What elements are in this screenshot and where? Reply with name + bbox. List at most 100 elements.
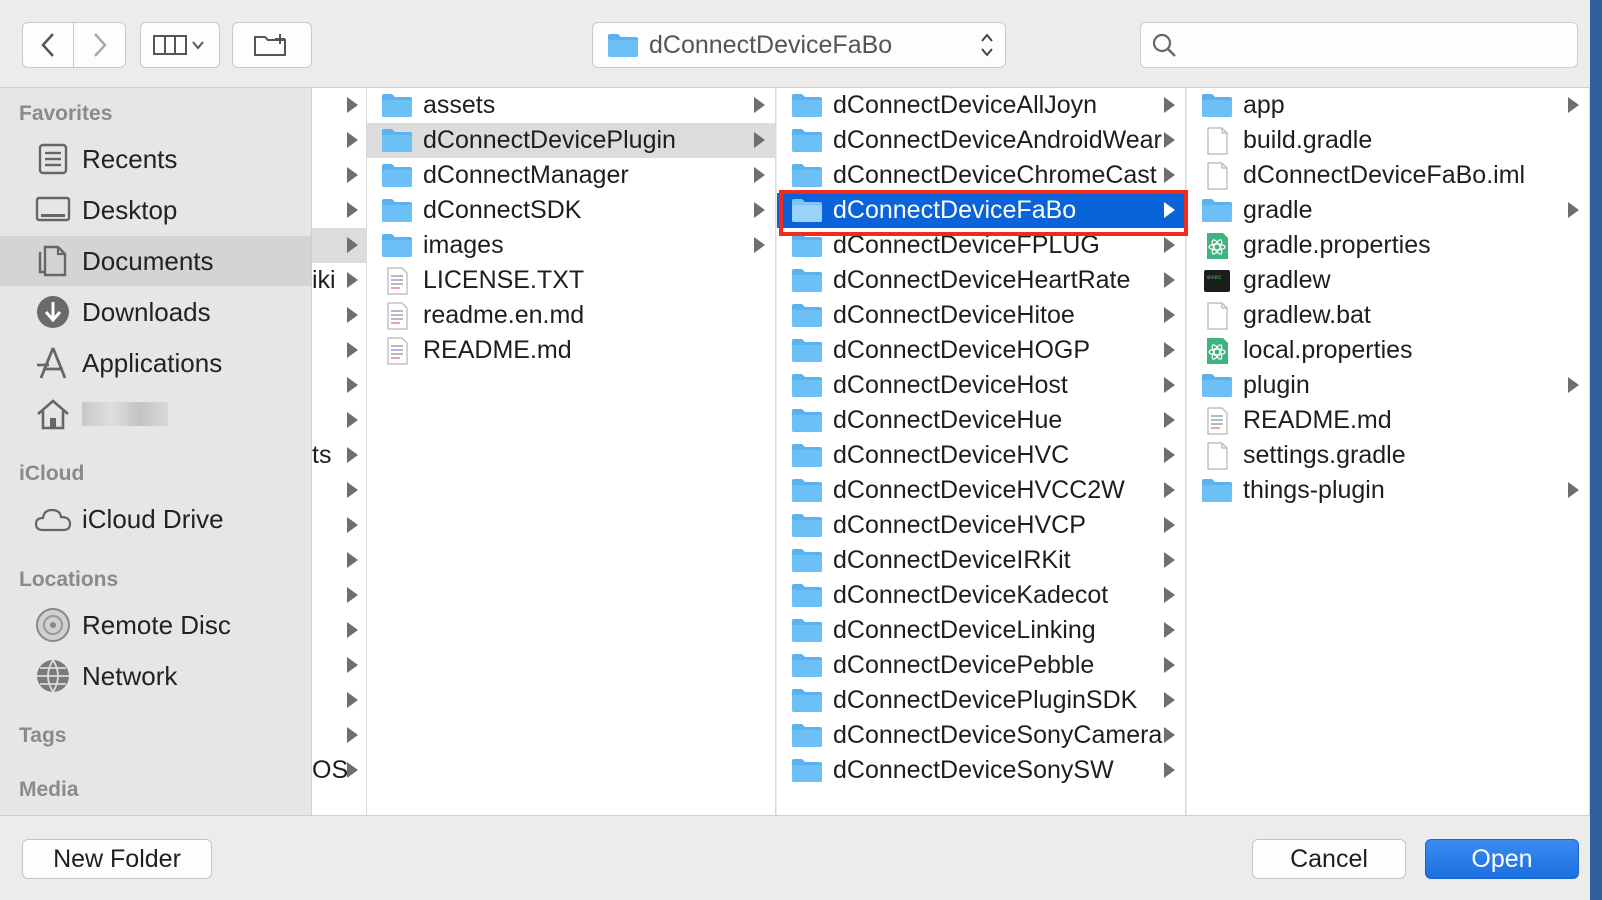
item-name: plugin xyxy=(1243,371,1310,399)
list-item[interactable]: images xyxy=(367,228,775,263)
back-button[interactable] xyxy=(22,22,74,68)
list-item[interactable]: gradlew.bat xyxy=(1187,298,1589,333)
view-mode-button[interactable] xyxy=(140,22,220,68)
list-item[interactable]: README.md xyxy=(1187,403,1589,438)
list-item[interactable]: dConnectDeviceFPLUG xyxy=(777,228,1185,263)
forward-button[interactable] xyxy=(74,22,126,68)
sidebar-item-recents[interactable]: Recents xyxy=(0,134,311,184)
list-item[interactable]: dConnectDeviceChromeCast xyxy=(777,158,1185,193)
list-item[interactable]: plugin xyxy=(1187,368,1589,403)
list-item[interactable]: dConnectDevicePebble xyxy=(777,648,1185,683)
item-name: README.md xyxy=(1243,406,1392,434)
list-item[interactable]: dConnectDeviceIRKit xyxy=(777,543,1185,578)
list-item[interactable]: dConnectDeviceHVCC2W xyxy=(777,473,1185,508)
list-item[interactable]: dConnectDeviceHeartRate xyxy=(777,263,1185,298)
list-item[interactable] xyxy=(312,333,366,368)
folder-icon xyxy=(791,407,823,433)
list-item[interactable]: exec gradlew xyxy=(1187,263,1589,298)
sidebar-item-applications[interactable]: Applications xyxy=(0,338,311,388)
list-item[interactable] xyxy=(312,543,366,578)
list-item[interactable]: dConnectDeviceHVCP xyxy=(777,508,1185,543)
list-item[interactable] xyxy=(312,648,366,683)
sidebar-item-downloads[interactable]: Downloads xyxy=(0,287,311,337)
list-item[interactable] xyxy=(312,578,366,613)
item-name: build.gradle xyxy=(1243,126,1373,154)
cancel-button[interactable]: Cancel xyxy=(1252,839,1406,879)
folder-icon xyxy=(791,302,823,328)
disclosure-arrow-icon xyxy=(754,167,765,183)
list-item[interactable]: gradle.properties xyxy=(1187,228,1589,263)
browser-column-parent: iki ts OS xyxy=(312,88,367,815)
list-item[interactable]: OS xyxy=(312,753,366,788)
list-item[interactable] xyxy=(312,88,366,123)
list-item[interactable]: dConnectDeviceLinking xyxy=(777,613,1185,648)
list-item[interactable] xyxy=(312,508,366,543)
list-item[interactable]: settings.gradle xyxy=(1187,438,1589,473)
list-item[interactable]: dConnectDeviceHitoe xyxy=(777,298,1185,333)
list-item[interactable]: gradle xyxy=(1187,193,1589,228)
list-item[interactable]: dConnectDeviceAndroidWear xyxy=(777,123,1185,158)
list-item[interactable] xyxy=(312,683,366,718)
disclosure-arrow-icon xyxy=(1164,167,1175,183)
list-item[interactable]: readme.en.md xyxy=(367,298,775,333)
sidebar-item-desktop[interactable]: Desktop xyxy=(0,185,311,235)
list-item[interactable]: local.properties xyxy=(1187,333,1589,368)
list-item[interactable]: dConnectSDK xyxy=(367,193,775,228)
list-item[interactable]: LICENSE.TXT xyxy=(367,263,775,298)
sidebar-item-home[interactable] xyxy=(0,389,311,439)
list-item[interactable] xyxy=(312,613,366,648)
search-field[interactable] xyxy=(1140,22,1578,68)
disclosure-arrow-icon xyxy=(1568,202,1579,218)
list-item[interactable]: build.gradle xyxy=(1187,123,1589,158)
sidebar-item-label: iCloud Drive xyxy=(82,503,224,534)
list-item[interactable]: dConnectDeviceSonySW xyxy=(777,753,1185,788)
sidebar-item-documents[interactable]: Documents xyxy=(0,236,311,286)
list-item[interactable]: things-plugin xyxy=(1187,473,1589,508)
list-item[interactable]: dConnectDeviceSonyCamera xyxy=(777,718,1185,753)
list-item[interactable]: dConnectDeviceHOGP xyxy=(777,333,1185,368)
open-button[interactable]: Open xyxy=(1425,839,1579,879)
search-input[interactable] xyxy=(1185,32,1565,58)
path-popup[interactable]: dConnectDeviceFaBo xyxy=(592,22,1006,68)
list-item[interactable]: dConnectDeviceHue xyxy=(777,403,1185,438)
disclosure-arrow-icon xyxy=(347,657,358,673)
folder-icon xyxy=(381,162,413,188)
list-item[interactable]: dConnectDevicePlugin xyxy=(367,123,775,158)
list-item[interactable] xyxy=(312,718,366,753)
list-item[interactable] xyxy=(312,403,366,438)
item-name: dConnectDeviceHOGP xyxy=(833,336,1091,364)
new-folder-toolbar-button[interactable] xyxy=(232,22,312,68)
sidebar-item-label: Network xyxy=(82,660,178,691)
recents-icon xyxy=(34,140,72,178)
sidebar-item-label: Desktop xyxy=(82,194,178,225)
list-item[interactable]: dConnectDeviceAllJoyn xyxy=(777,88,1185,123)
disclosure-arrow-icon xyxy=(347,342,358,358)
list-item[interactable]: README.md xyxy=(367,333,775,368)
new-folder-button[interactable]: New Folder xyxy=(22,839,212,879)
list-item[interactable]: iki xyxy=(312,263,366,298)
list-item[interactable]: assets xyxy=(367,88,775,123)
list-item[interactable]: dConnectManager xyxy=(367,158,775,193)
list-item[interactable] xyxy=(312,193,366,228)
list-item[interactable] xyxy=(312,123,366,158)
item-name: local.properties xyxy=(1243,336,1413,364)
list-item[interactable]: dConnectDeviceHost xyxy=(777,368,1185,403)
list-item[interactable] xyxy=(312,368,366,403)
list-item[interactable]: dConnectDeviceFaBo.iml xyxy=(1187,158,1589,193)
search-icon xyxy=(1152,33,1176,57)
list-item[interactable]: app xyxy=(1187,88,1589,123)
list-item[interactable] xyxy=(312,228,366,263)
list-item[interactable] xyxy=(312,298,366,333)
list-item[interactable] xyxy=(312,473,366,508)
list-item[interactable] xyxy=(312,158,366,193)
list-item[interactable]: dConnectDeviceKadecot xyxy=(777,578,1185,613)
list-item[interactable]: dConnectDevicePluginSDK xyxy=(777,683,1185,718)
list-item[interactable]: dConnectDeviceHVC xyxy=(777,438,1185,473)
sidebar-item-network[interactable]: Network xyxy=(0,651,311,701)
sidebar-item-icloud-drive[interactable]: iCloud Drive xyxy=(0,494,311,544)
sidebar-item-remote-disc[interactable]: Remote Disc xyxy=(0,600,311,650)
list-item[interactable]: dConnectDeviceFaBo xyxy=(777,193,1185,228)
item-name: README.md xyxy=(423,336,572,364)
list-item[interactable]: ts xyxy=(312,438,366,473)
item-name: dConnectDeviceHeartRate xyxy=(833,266,1131,294)
